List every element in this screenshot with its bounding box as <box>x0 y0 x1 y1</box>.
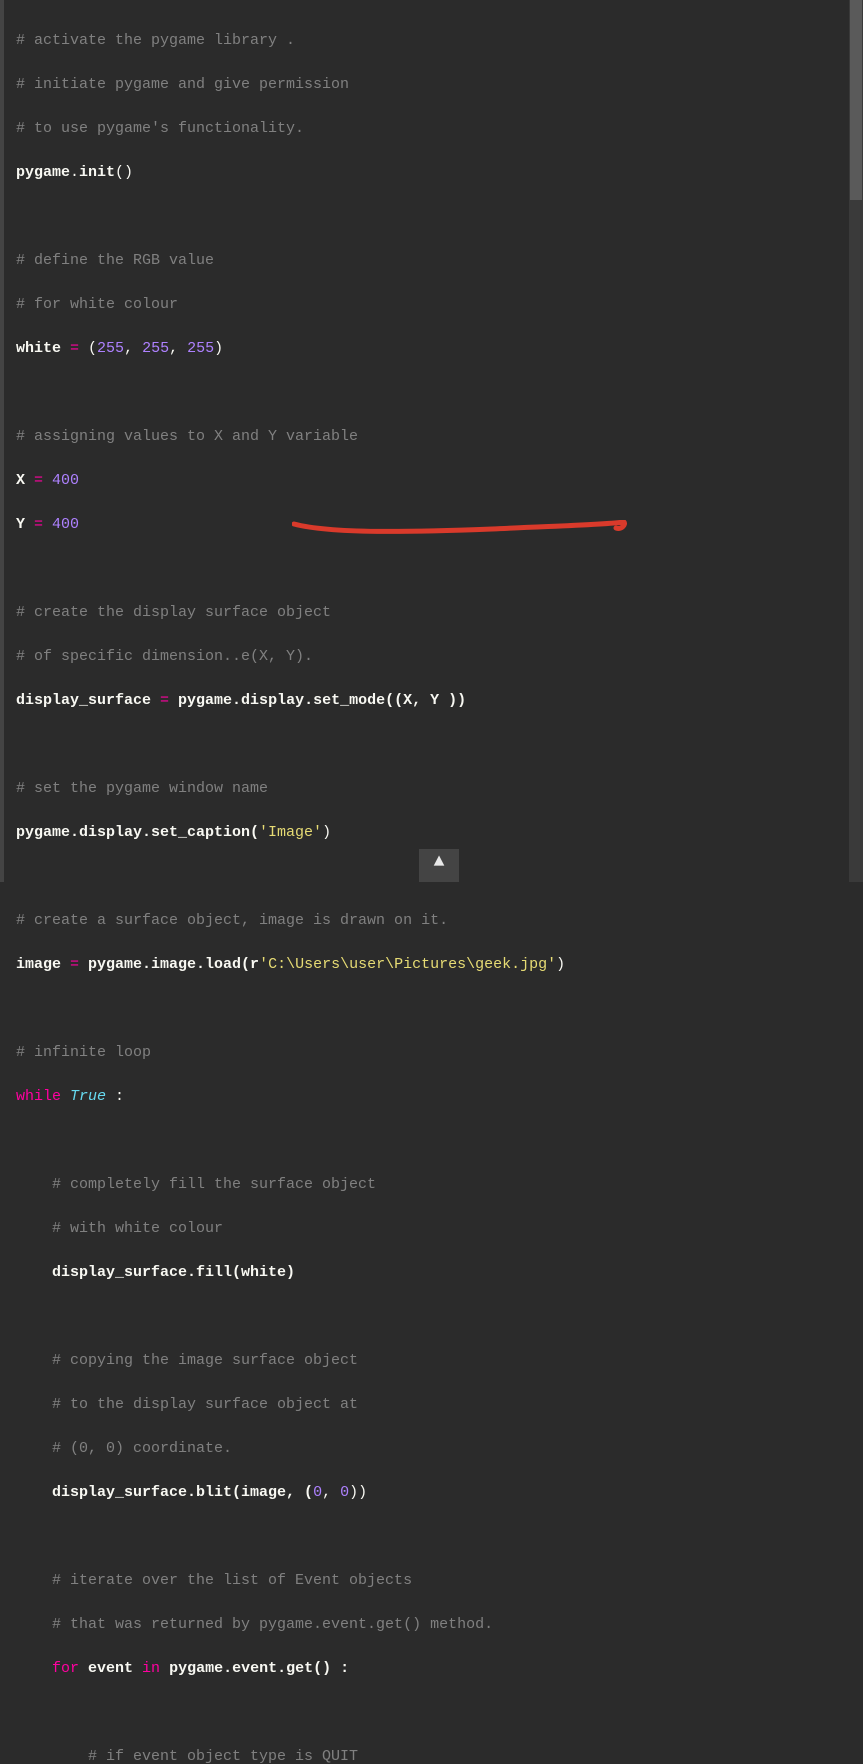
comment: # define the RGB value <box>16 252 214 269</box>
scrollbar-thumb[interactable] <box>850 0 862 200</box>
code-block: # activate the pygame library . # initia… <box>0 0 863 882</box>
code-token: 400 <box>52 472 79 489</box>
comment: # (0, 0) coordinate. <box>16 1440 232 1457</box>
code-token: = <box>34 516 43 533</box>
code-token: 255 <box>97 340 124 357</box>
code-token: = <box>34 472 43 489</box>
comment: # initiate pygame and give permission <box>16 76 349 93</box>
comment: # copying the image surface object <box>16 1352 358 1369</box>
comment: # to use pygame's functionality. <box>16 120 304 137</box>
code-token: 0 <box>340 1484 349 1501</box>
code-token: Y <box>16 516 34 533</box>
highlighted-path-string: 'C:\Users\user\Pictures\geek.jpg' <box>259 956 556 973</box>
comment: # with white colour <box>16 1220 223 1237</box>
comment: # that was returned by pygame.event.get(… <box>16 1616 493 1633</box>
comment: # create a surface object, image is draw… <box>16 912 448 929</box>
code-token: = <box>70 956 79 973</box>
code-token: True <box>70 1088 106 1105</box>
comment: # for white colour <box>16 296 178 313</box>
code-token: , <box>322 1484 340 1501</box>
comment: # activate the pygame library . <box>16 32 295 49</box>
code-token: display_surface <box>16 692 160 709</box>
code-token: pygame.event.get() : <box>160 1660 349 1677</box>
code-token: )) <box>349 1484 367 1501</box>
code-token: ) <box>214 340 223 357</box>
code-token: 255 <box>142 340 169 357</box>
code-token: 400 <box>52 516 79 533</box>
code-token <box>61 1088 70 1105</box>
comment: # of specific dimension..e(X, Y). <box>16 648 313 665</box>
code-token: while <box>16 1088 61 1105</box>
comment: # iterate over the list of Event objects <box>16 1572 412 1589</box>
code-token: ) <box>556 956 565 973</box>
code-token: pygame.image.load(r <box>79 956 259 973</box>
code-token: event <box>79 1660 142 1677</box>
code-token: 255 <box>187 340 214 357</box>
code-token: () <box>115 164 133 181</box>
code-token: 0 <box>313 1484 322 1501</box>
code-token: , <box>124 340 142 357</box>
code-token: pygame <box>16 164 70 181</box>
code-token <box>43 472 52 489</box>
code-token: pygame.display.set_caption( <box>16 824 259 841</box>
comment: # if event object type is QUIT <box>16 1748 358 1764</box>
code-token: = <box>70 340 79 357</box>
code-token: init <box>79 164 115 181</box>
code-token: display_surface.blit(image, ( <box>16 1484 313 1501</box>
comment: # set the pygame window name <box>16 780 268 797</box>
comment: # infinite loop <box>16 1044 151 1061</box>
comment: # assigning values to X and Y variable <box>16 428 358 445</box>
code-token: : <box>106 1088 124 1105</box>
code-token: display_surface.fill(white) <box>16 1264 295 1281</box>
code-token: 'Image' <box>259 824 322 841</box>
code-token: image <box>16 956 70 973</box>
code-token: for <box>52 1660 79 1677</box>
code-token: = <box>160 692 169 709</box>
back-to-top-button[interactable]: ▲ <box>419 849 459 882</box>
code-token: in <box>142 1660 160 1677</box>
comment: # completely fill the surface object <box>16 1176 376 1193</box>
code-token: white <box>16 340 70 357</box>
code-token: . <box>70 164 79 181</box>
arrow-up-icon: ▲ <box>434 851 445 873</box>
code-token: pygame.display.set_mode((X, Y )) <box>169 692 466 709</box>
comment: # create the display surface object <box>16 604 331 621</box>
code-token <box>43 516 52 533</box>
comment: # to the display surface object at <box>16 1396 358 1413</box>
code-token: ) <box>322 824 331 841</box>
code-token: X <box>16 472 34 489</box>
code-token <box>16 1660 52 1677</box>
vertical-scrollbar[interactable] <box>849 0 863 882</box>
code-token: ( <box>79 340 97 357</box>
code-token: , <box>169 340 187 357</box>
